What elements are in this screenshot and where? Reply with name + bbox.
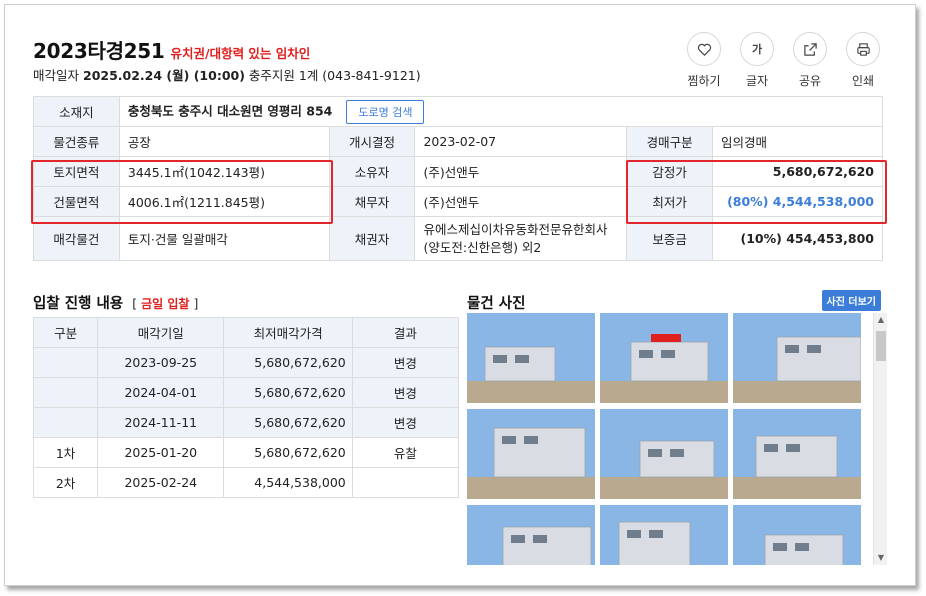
bid-date: 2025-01-20	[97, 437, 225, 468]
location-label: 소재지	[33, 96, 120, 127]
share-button[interactable]: 공유	[792, 32, 828, 89]
property-photo[interactable]	[467, 313, 595, 403]
bid-col-date: 매각기일	[97, 317, 225, 348]
print-button[interactable]: 인쇄	[845, 32, 881, 89]
font-size-label: 글자	[745, 74, 769, 88]
scroll-thumb[interactable]	[876, 331, 886, 361]
owner-value: (주)선앤두	[414, 156, 628, 187]
creditor-label: 채권자	[328, 216, 416, 261]
print-label: 인쇄	[851, 74, 875, 88]
bid-date: 2023-09-25	[97, 347, 225, 378]
property-photo[interactable]	[600, 505, 728, 565]
type-label: 물건종류	[33, 126, 120, 157]
case-warning-tag: 유치권/대항력 있는 임차인	[170, 46, 311, 61]
sale-info: 매각일자 2025.02.24 (월) (10:00) 충주지원 1계 (043…	[33, 65, 421, 84]
font-size-button[interactable]: 가 글자	[739, 32, 775, 89]
bid-result: 변경	[351, 377, 460, 408]
bid-date: 2025-02-24	[97, 467, 225, 498]
bid-price: 5,680,672,620	[223, 377, 353, 408]
action-toolbar: 찜하기 가 글자 공유 인쇄	[686, 32, 881, 89]
bid-col-price: 최저매각가격	[223, 317, 353, 348]
bid-col-result: 결과	[351, 317, 460, 348]
share-label: 공유	[798, 74, 822, 88]
bid-result: 변경	[351, 347, 460, 378]
auction-detail-panel: 2023타경251 유치권/대항력 있는 임차인 매각일자 2025.02.24…	[4, 4, 916, 586]
bid-price: 5,680,672,620	[223, 437, 353, 468]
bid-date: 2024-04-01	[97, 377, 225, 408]
bid-date: 2024-11-11	[97, 407, 225, 438]
sale-date: 2025.02.24 (월) (10:00)	[83, 68, 245, 83]
favorite-label: 찜하기	[687, 74, 721, 88]
today-bid-badge: [ 금일 입찰 ]	[132, 297, 198, 311]
bid-round: 2차	[32, 467, 99, 498]
photo-gallery: ▲ ▼	[467, 313, 887, 565]
debtor-label: 채무자	[328, 186, 416, 217]
bid-price: 4,544,538,000	[223, 467, 353, 498]
case-number: 2023타경251	[33, 39, 165, 63]
sale-date-label: 매각일자	[33, 68, 80, 83]
bid-round	[32, 407, 99, 438]
bid-result: 변경	[351, 407, 460, 438]
today-bid-text: 금일 입찰	[141, 297, 190, 311]
area-highlight-box	[31, 160, 333, 224]
price-highlight-box	[626, 160, 887, 224]
property-photo[interactable]	[733, 505, 861, 565]
bid-history-heading: 입찰 진행 내용	[33, 296, 124, 312]
bid-round	[32, 377, 99, 408]
court-info: 충주지원 1계 (043-841-9121)	[248, 68, 421, 83]
start-label: 개시결정	[328, 126, 416, 157]
property-photo[interactable]	[467, 409, 595, 499]
debtor-value: (주)선앤두	[414, 186, 628, 217]
bid-round: 1차	[32, 437, 99, 468]
location-address: 충청북도 충주시 대소원면 영평리 854	[127, 103, 333, 118]
auction-kind-label: 경매구분	[626, 126, 714, 157]
property-photo[interactable]	[600, 409, 728, 499]
bid-price: 5,680,672,620	[223, 347, 353, 378]
heart-icon	[687, 32, 721, 66]
table-row: 2024-04-01 5,680,672,620 변경	[32, 377, 460, 408]
creditor-value: 유에스제십이차유동화전문유한회사 (양도전:신한은행) 외2	[414, 216, 628, 261]
scroll-up-icon[interactable]: ▲	[874, 313, 887, 327]
property-photo[interactable]	[600, 313, 728, 403]
property-photo[interactable]	[733, 409, 861, 499]
bid-history-table: 구분 매각기일 최저매각가격 결과 2023-09-25 5,680,672,6…	[32, 317, 460, 498]
font-size-glyph: 가	[751, 43, 763, 56]
print-icon	[846, 32, 880, 66]
bid-result: 유찰	[351, 437, 460, 468]
today-bracket-open: [	[132, 297, 137, 311]
table-row: 2023-09-25 5,680,672,620 변경	[32, 347, 460, 378]
bid-result	[351, 467, 460, 498]
bid-col-round: 구분	[32, 317, 99, 348]
owner-label: 소유자	[328, 156, 416, 187]
table-row: 2차 2025-02-24 4,544,538,000	[32, 467, 460, 498]
bid-history-title: 입찰 진행 내용 [ 금일 입찰 ]	[33, 292, 198, 313]
property-photo[interactable]	[467, 505, 595, 565]
more-photos-button[interactable]: 사진 더보기	[821, 290, 881, 311]
auction-kind-value: 임의경매	[712, 126, 883, 157]
property-photo[interactable]	[733, 313, 861, 403]
share-icon	[793, 32, 827, 66]
scroll-down-icon[interactable]: ▼	[874, 551, 887, 565]
info-row-location: 소재지 충청북도 충주시 대소원면 영평리 854 도로명 검색	[33, 96, 884, 127]
font-size-icon: 가	[740, 32, 774, 66]
today-bracket-close: ]	[193, 297, 199, 311]
location-cell: 충청북도 충주시 대소원면 영평리 854 도로명 검색	[118, 96, 884, 127]
table-row: 1차 2025-01-20 5,680,672,620 유찰	[32, 437, 460, 468]
info-row-type: 물건종류 공장 개시결정 2023-02-07 경매구분 임의경매	[33, 126, 883, 157]
gallery-scrollbar[interactable]: ▲ ▼	[873, 313, 887, 565]
favorite-button[interactable]: 찜하기	[686, 32, 722, 89]
start-value: 2023-02-07	[414, 126, 628, 157]
table-row: 2024-11-11 5,680,672,620 변경	[32, 407, 460, 438]
photos-title: 물건 사진	[467, 296, 526, 312]
bid-price: 5,680,672,620	[223, 407, 353, 438]
bid-header-row: 구분 매각기일 최저매각가격 결과	[32, 317, 460, 348]
bid-round	[32, 347, 99, 378]
road-name-search-button[interactable]: 도로명 검색	[346, 99, 425, 124]
type-value: 공장	[118, 126, 330, 157]
title-row: 2023타경251 유치권/대항력 있는 임차인	[33, 35, 310, 64]
